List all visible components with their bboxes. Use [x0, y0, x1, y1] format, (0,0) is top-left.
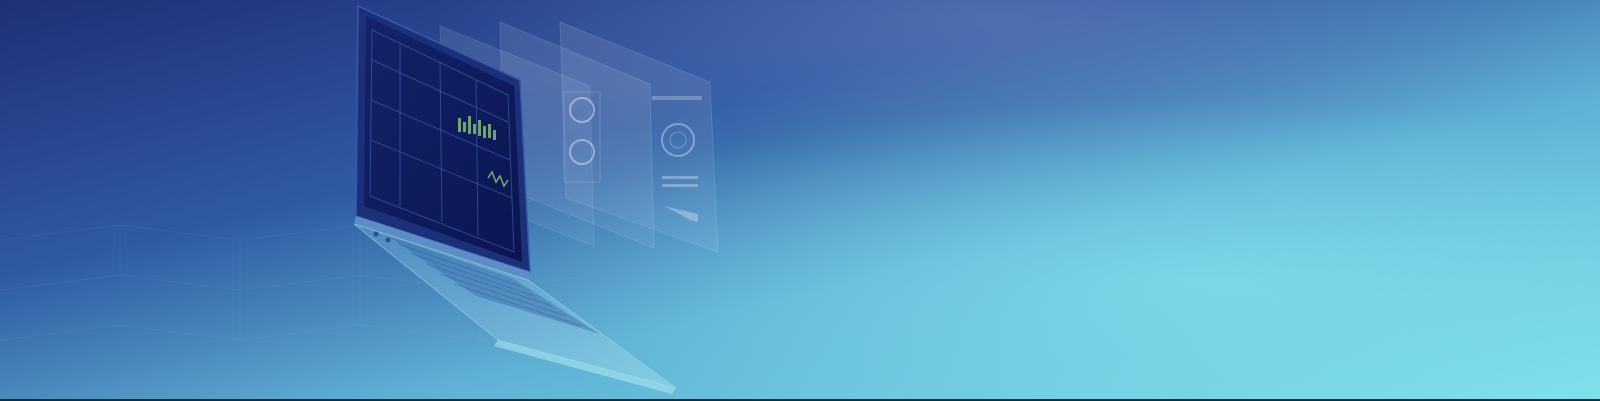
hero-banner	[0, 0, 1600, 401]
background-glow-right	[0, 0, 1600, 401]
laptop-port-2	[385, 237, 391, 243]
laptop-port-1	[373, 231, 379, 237]
banner-illustration	[0, 0, 1600, 401]
